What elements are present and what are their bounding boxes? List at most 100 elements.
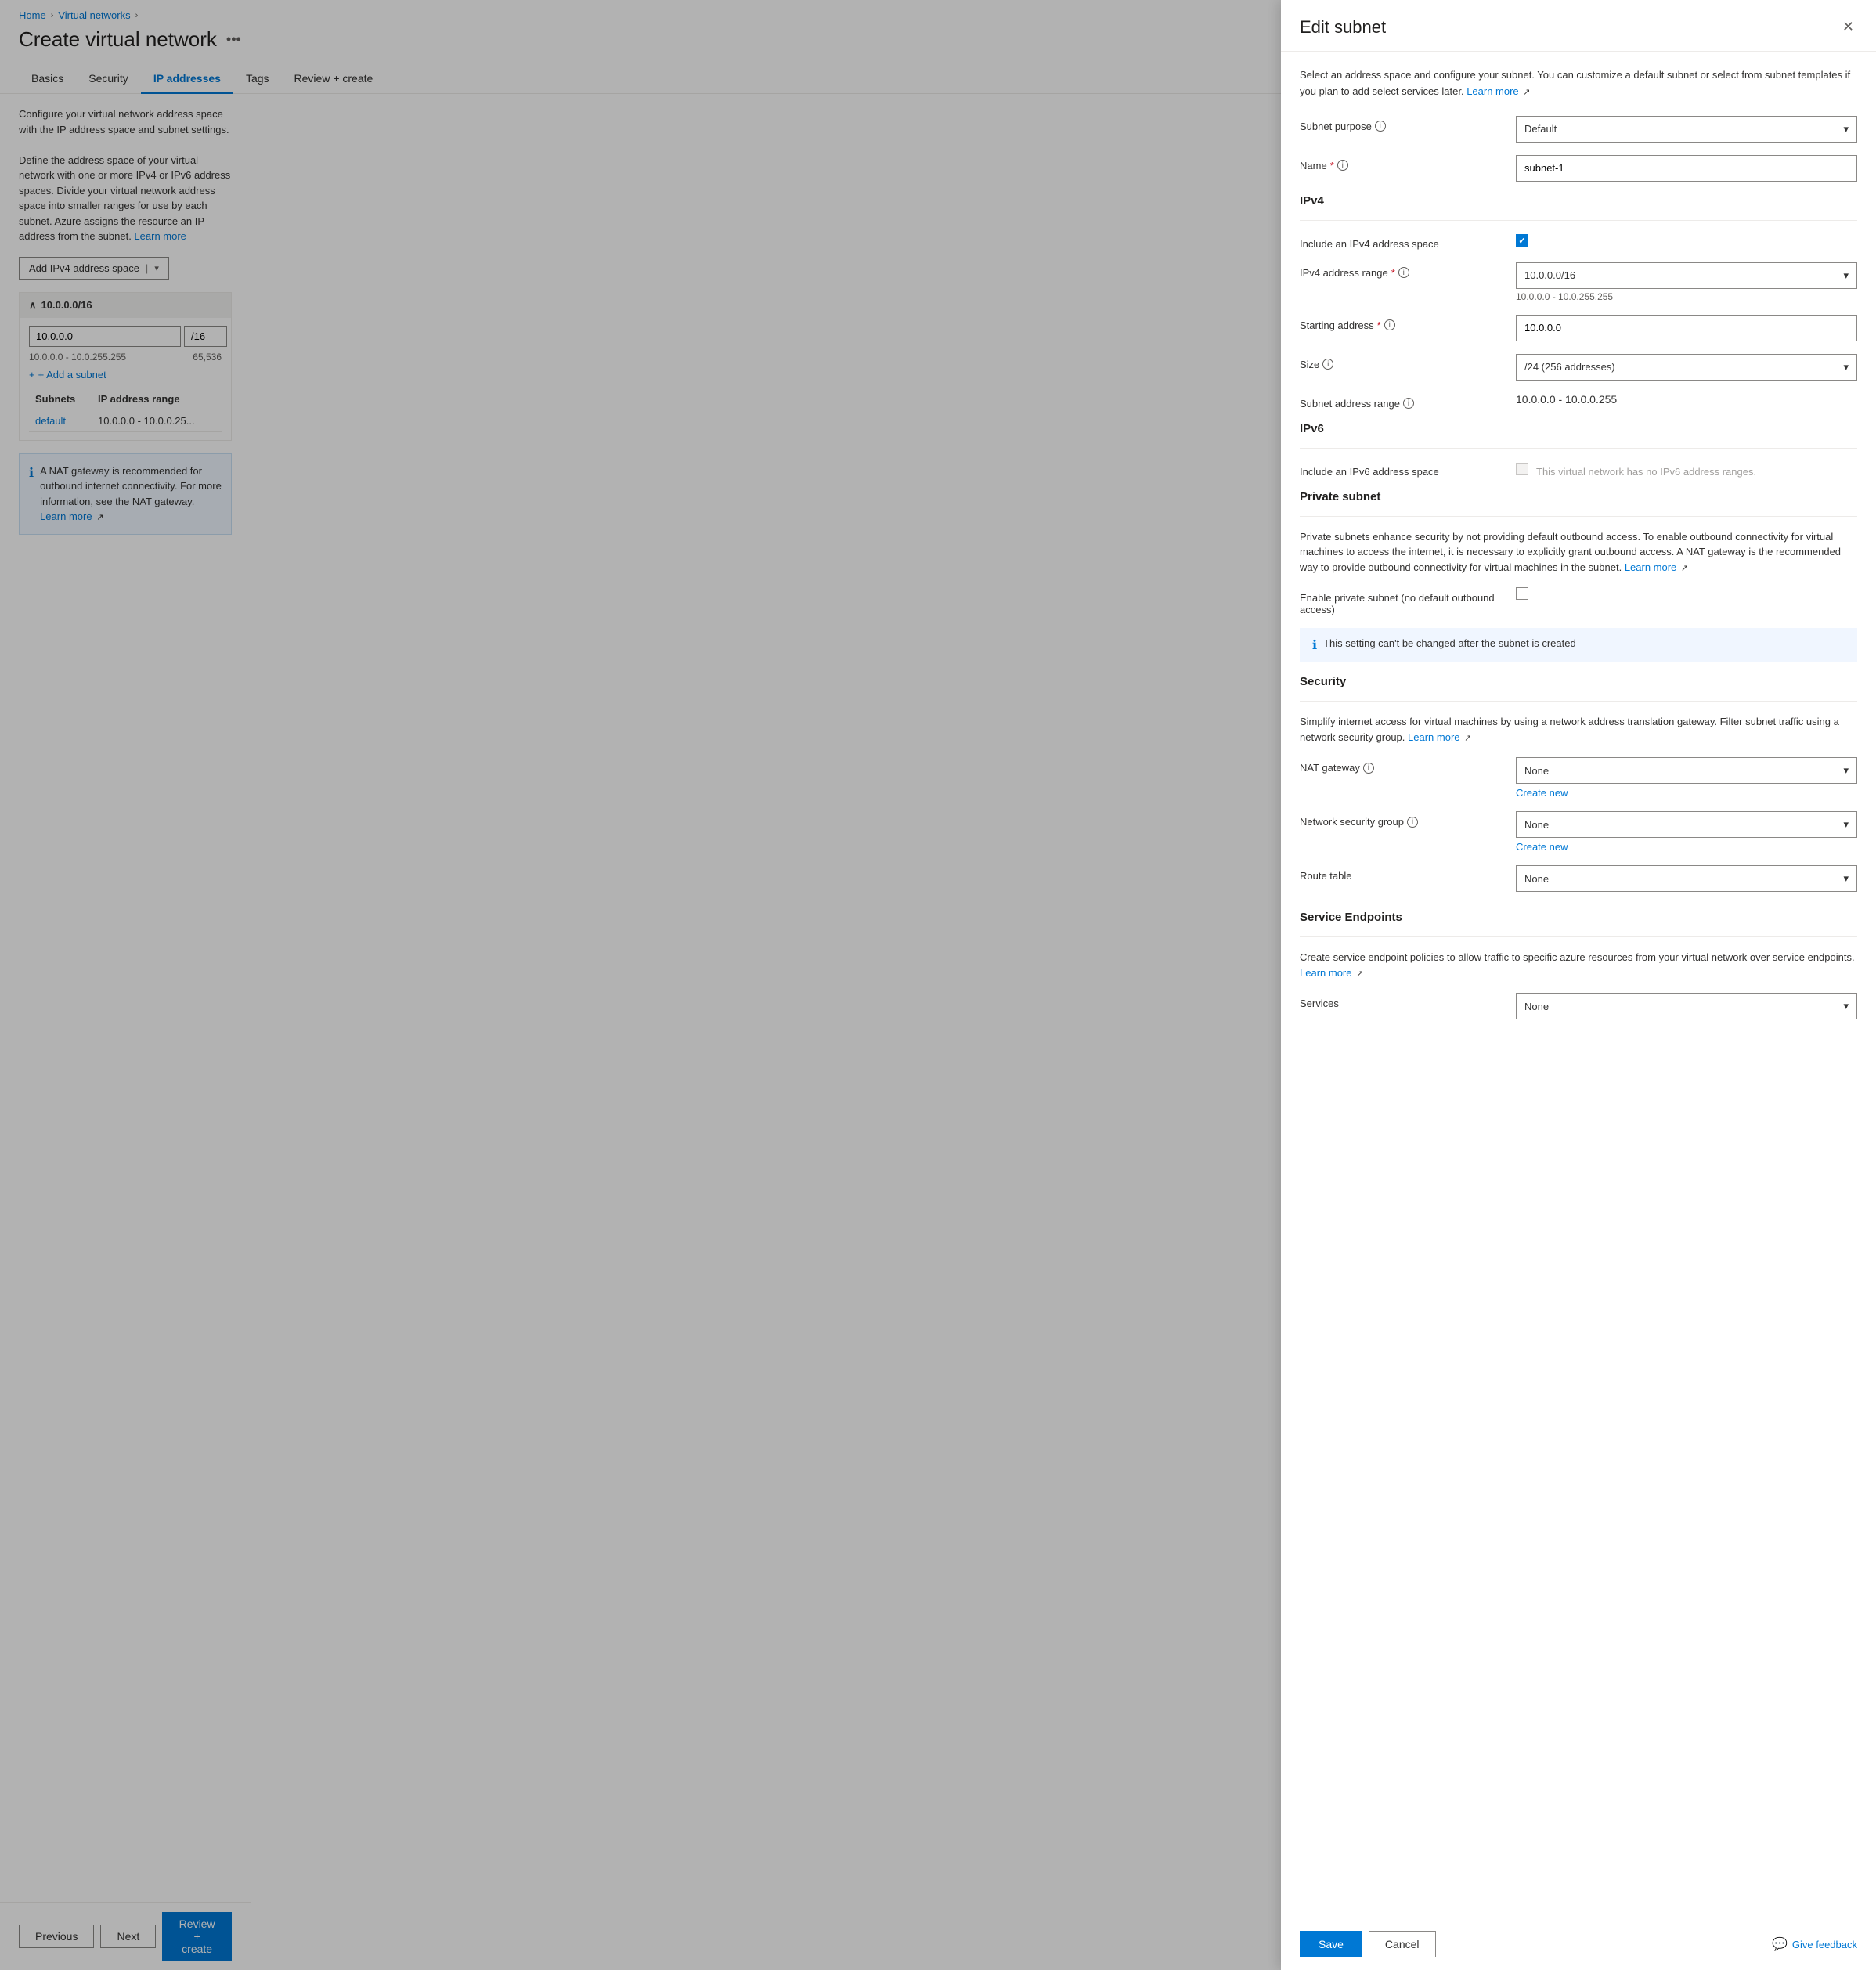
ipv4-select-chevron: ▾ [1843, 269, 1849, 282]
security-ext-link-icon: ↗ [1464, 734, 1471, 743]
subnet-purpose-select[interactable]: Default ▾ [1516, 116, 1857, 143]
route-table-control: None ▾ [1516, 865, 1857, 892]
size-row: Size i /24 (256 addresses) ▾ [1300, 354, 1857, 381]
ipv6-heading: IPv6 [1300, 422, 1857, 435]
subnet-purpose-info[interactable]: i [1375, 121, 1386, 132]
size-info[interactable]: i [1322, 359, 1333, 370]
nat-gateway-info[interactable]: i [1363, 763, 1374, 774]
name-row: Name * i [1300, 155, 1857, 182]
private-subnet-learn-more-link[interactable]: Learn more [1625, 561, 1676, 573]
private-subnet-section: Private subnets enhance security by not … [1300, 529, 1857, 663]
service-endpoints-heading: Service Endpoints [1300, 911, 1857, 924]
nat-gateway-label: NAT gateway i [1300, 757, 1503, 774]
service-endpoints-learn-more-link[interactable]: Learn more [1300, 967, 1351, 979]
nat-gateway-select[interactable]: None ▾ [1516, 757, 1857, 784]
nsg-info[interactable]: i [1407, 817, 1418, 828]
panel-body: Select an address space and configure yo… [1281, 52, 1876, 1918]
nsg-label: Network security group i [1300, 811, 1503, 828]
feedback-label: Give feedback [1792, 1939, 1857, 1950]
starting-address-row: Starting address * i [1300, 315, 1857, 341]
nat-gateway-control: None ▾ Create new [1516, 757, 1857, 799]
include-ipv6-label: Include an IPv6 address space [1300, 461, 1503, 478]
name-label: Name * i [1300, 155, 1503, 171]
size-label: Size i [1300, 354, 1503, 370]
include-ipv4-checkbox[interactable] [1516, 234, 1528, 247]
nsg-create-new-link[interactable]: Create new [1516, 841, 1857, 853]
subnet-address-range-value: 10.0.0.0 - 10.0.0.255 [1516, 393, 1857, 406]
service-endpoints-description: Create service endpoint policies to allo… [1300, 950, 1857, 980]
service-ext-link-icon: ↗ [1356, 969, 1363, 979]
subnet-address-range-row: Subnet address range i 10.0.0.0 - 10.0.0… [1300, 393, 1857, 410]
panel-learn-more-link[interactable]: Learn more [1467, 85, 1518, 97]
ipv4-range-control: 10.0.0.0/16 ▾ 10.0.0.0 - 10.0.255.255 [1516, 262, 1857, 302]
subnet-range-info[interactable]: i [1403, 398, 1414, 409]
size-control: /24 (256 addresses) ▾ [1516, 354, 1857, 381]
ipv6-note: This virtual network has no IPv6 address… [1536, 461, 1756, 478]
include-ipv6-control: This virtual network has no IPv6 address… [1516, 461, 1857, 478]
security-divider [1300, 701, 1857, 702]
panel-title: Edit subnet [1300, 17, 1386, 38]
size-select[interactable]: /24 (256 addresses) ▾ [1516, 354, 1857, 381]
feedback-icon: 💬 [1772, 1936, 1788, 1952]
info-banner: ℹ This setting can't be changed after th… [1300, 628, 1857, 662]
ipv4-range-label: IPv4 address range * i [1300, 262, 1503, 279]
starting-address-control [1516, 315, 1857, 341]
nsg-chevron: ▾ [1843, 818, 1849, 831]
private-subnet-divider [1300, 516, 1857, 517]
include-ipv6-checkbox[interactable] [1516, 463, 1528, 475]
security-learn-more-link[interactable]: Learn more [1408, 731, 1459, 743]
save-button[interactable]: Save [1300, 1931, 1362, 1957]
route-table-select[interactable]: None ▾ [1516, 865, 1857, 892]
ipv6-divider [1300, 448, 1857, 449]
services-select[interactable]: None ▾ [1516, 993, 1857, 1019]
private-subnet-ext-icon: ↗ [1681, 564, 1688, 573]
subnet-purpose-control: Default ▾ [1516, 116, 1857, 143]
ipv4-range-select[interactable]: 10.0.0.0/16 ▾ [1516, 262, 1857, 289]
include-ipv4-label: Include an IPv4 address space [1300, 233, 1503, 250]
info-banner-text: This setting can't be changed after the … [1323, 637, 1576, 649]
private-subnet-heading: Private subnet [1300, 490, 1857, 503]
nat-gateway-chevron: ▾ [1843, 764, 1849, 777]
nsg-control: None ▾ Create new [1516, 811, 1857, 853]
starting-address-label: Starting address * i [1300, 315, 1503, 331]
ipv4-required-indicator: * [1391, 267, 1395, 279]
enable-private-subnet-label: Enable private subnet (no default outbou… [1300, 587, 1503, 615]
services-row: Services None ▾ [1300, 993, 1857, 1019]
services-label: Services [1300, 993, 1503, 1009]
panel-footer: Save Cancel 💬 Give feedback [1281, 1918, 1876, 1970]
nat-gateway-row: NAT gateway i None ▾ Create new [1300, 757, 1857, 799]
size-select-chevron: ▾ [1843, 361, 1849, 373]
ipv4-range-subtext: 10.0.0.0 - 10.0.255.255 [1516, 291, 1857, 302]
private-subnet-description: Private subnets enhance security by not … [1300, 529, 1857, 575]
name-info[interactable]: i [1337, 160, 1348, 171]
panel-header: Edit subnet ✕ [1281, 0, 1876, 52]
include-ipv6-row: Include an IPv6 address space This virtu… [1300, 461, 1857, 478]
ipv4-range-row: IPv4 address range * i 10.0.0.0/16 ▾ 10.… [1300, 262, 1857, 302]
route-table-label: Route table [1300, 865, 1503, 882]
give-feedback-link[interactable]: 💬 Give feedback [1772, 1931, 1857, 1957]
close-panel-button[interactable]: ✕ [1839, 16, 1857, 38]
services-chevron: ▾ [1843, 1000, 1849, 1012]
security-heading: Security [1300, 675, 1857, 688]
security-description: Simplify internet access for virtual mac… [1300, 714, 1857, 745]
name-required-indicator: * [1330, 160, 1334, 171]
edit-subnet-panel: Edit subnet ✕ Select an address space an… [1281, 0, 1876, 1970]
starting-address-info[interactable]: i [1384, 319, 1395, 330]
name-control [1516, 155, 1857, 182]
starting-address-input[interactable] [1516, 315, 1857, 341]
enable-private-subnet-control [1516, 587, 1857, 602]
subnet-purpose-label: Subnet purpose i [1300, 116, 1503, 132]
include-ipv4-row: Include an IPv4 address space [1300, 233, 1857, 250]
name-input[interactable] [1516, 155, 1857, 182]
nat-gateway-create-new-link[interactable]: Create new [1516, 787, 1857, 799]
cancel-button[interactable]: Cancel [1369, 1931, 1436, 1957]
route-table-row: Route table None ▾ [1300, 865, 1857, 892]
route-table-chevron: ▾ [1843, 872, 1849, 885]
enable-private-subnet-checkbox[interactable] [1516, 587, 1528, 600]
nsg-row: Network security group i None ▾ Create n… [1300, 811, 1857, 853]
panel-ext-link-icon: ↗ [1523, 88, 1530, 97]
nsg-select[interactable]: None ▾ [1516, 811, 1857, 838]
subnet-purpose-row: Subnet purpose i Default ▾ [1300, 116, 1857, 143]
service-endpoints-divider [1300, 936, 1857, 937]
ipv4-range-info[interactable]: i [1398, 267, 1409, 278]
